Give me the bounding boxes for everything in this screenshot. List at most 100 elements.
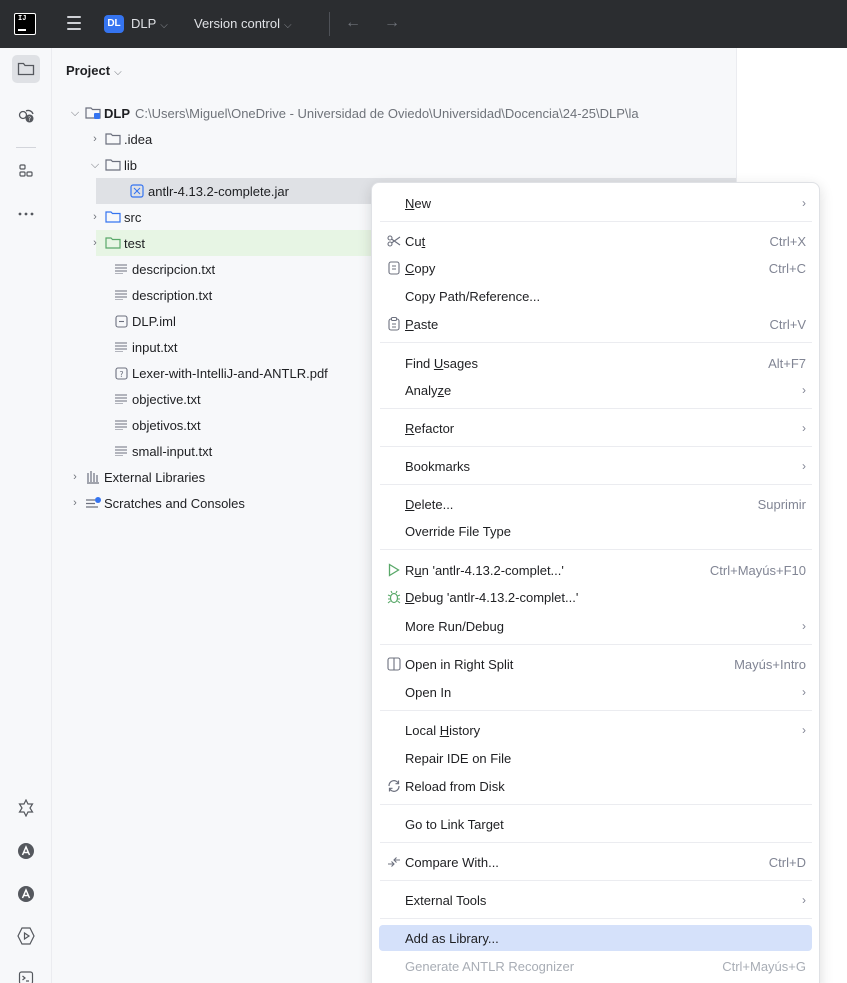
menu-separator: [380, 221, 812, 222]
main-menu-icon[interactable]: [67, 16, 81, 30]
paste-icon: [383, 317, 405, 331]
menu-item-run[interactable]: Run 'antlr-4.13.2-complet...' Ctrl+Mayús…: [379, 557, 812, 583]
shortcut: Ctrl+D: [768, 854, 806, 870]
menu-item-go-to-link-target[interactable]: Go to Link Target: [379, 811, 812, 837]
title-bar: IJ DL DLP ⌵ Version control ⌵ ← →: [0, 0, 847, 48]
jar-icon: [129, 184, 145, 198]
menu-separator: [380, 484, 812, 485]
menu-item-analyze[interactable]: Analyze ›: [379, 377, 812, 403]
chevron-right-icon[interactable]: ›: [67, 497, 83, 509]
chevron-right-icon[interactable]: ›: [87, 211, 103, 223]
run-icon[interactable]: [12, 922, 40, 950]
menu-item-external-tools[interactable]: External Tools ›: [379, 887, 812, 913]
copy-icon: [383, 261, 405, 275]
menu-item-add-as-library[interactable]: Add as Library...: [379, 925, 812, 951]
tree-label: Lexer-with-IntelliJ-and-ANTLR.pdf: [132, 365, 328, 381]
vcs-label: Version control: [194, 16, 280, 31]
folder-icon: [105, 158, 121, 172]
menu-item-refactor[interactable]: Refactor ›: [379, 415, 812, 441]
project-selector[interactable]: DLP ⌵: [131, 15, 168, 35]
chevron-right-icon[interactable]: ›: [87, 133, 103, 145]
commit-icon[interactable]: ?: [12, 101, 40, 129]
notifications-icon[interactable]: [12, 794, 40, 822]
tree-label: description.txt: [132, 287, 213, 303]
shortcut: Ctrl+X: [769, 233, 806, 249]
text-file-icon: [113, 392, 129, 406]
compare-icon: [383, 855, 405, 869]
menu-item-open-in[interactable]: Open In ›: [379, 679, 812, 705]
tree-row-dlp[interactable]: ⌵ DLP C:\Users\Miguel\OneDrive - Univers…: [67, 100, 747, 126]
tree-label: .idea: [124, 131, 153, 147]
more-icon[interactable]: [12, 200, 40, 228]
strip-divider: [16, 147, 36, 148]
menu-separator: [380, 880, 812, 881]
shortcut: Alt+F7: [768, 355, 806, 371]
menu-separator: [380, 644, 812, 645]
menu-item-find-usages[interactable]: Find Usages Alt+F7: [379, 350, 812, 376]
tool-window-strip: ?: [0, 48, 52, 983]
tree-label: test: [124, 235, 145, 251]
menu-item-repair-ide[interactable]: Repair IDE on File: [379, 745, 812, 771]
text-file-icon: [113, 262, 129, 276]
panel-title: Project: [66, 63, 111, 78]
chevron-right-icon[interactable]: ›: [87, 237, 103, 249]
tree-label: DLP.iml: [132, 313, 176, 329]
shortcut: Ctrl+Mayús+F10: [709, 562, 806, 578]
shortcut: Ctrl+C: [768, 260, 806, 276]
tree-row-lib[interactable]: ⌵ lib: [87, 152, 767, 178]
titlebar-divider: [329, 12, 330, 36]
menu-item-copy-path[interactable]: Copy Path/Reference...: [379, 283, 812, 309]
menu-item-override-file-type[interactable]: Override File Type: [379, 518, 812, 544]
tree-label: External Libraries: [104, 469, 206, 485]
menu-item-compare-with[interactable]: Compare With... Ctrl+D: [379, 849, 812, 875]
chevron-right-icon: ›: [802, 685, 806, 699]
menu-item-local-history[interactable]: Local History ›: [379, 717, 812, 743]
text-file-icon: [113, 444, 129, 458]
menu-item-open-right-split[interactable]: Open in Right Split Mayús+Intro: [379, 651, 812, 677]
chevron-down-icon: ⌵: [284, 20, 292, 31]
ai-icon[interactable]: [12, 837, 40, 865]
menu-item-bookmarks[interactable]: Bookmarks ›: [379, 453, 812, 479]
menu-item-paste[interactable]: Paste Ctrl+V: [379, 311, 812, 337]
menu-item-debug[interactable]: Debug 'antlr-4.13.2-complet...': [379, 584, 812, 610]
logo-text: IJ: [18, 15, 27, 23]
intellij-logo-icon[interactable]: IJ: [14, 13, 36, 35]
back-arrow-icon[interactable]: ←: [345, 12, 361, 34]
libraries-icon: [85, 470, 101, 484]
tree-label: input.txt: [132, 339, 178, 355]
ai-assistant-icon[interactable]: [12, 880, 40, 908]
structure-icon[interactable]: [12, 157, 40, 185]
chevron-down-icon[interactable]: ⌵: [87, 159, 103, 172]
menu-item-cut[interactable]: Cut Ctrl+X: [379, 228, 812, 254]
tree-row-idea[interactable]: › .idea: [87, 126, 767, 152]
menu-item-more-run-debug[interactable]: More Run/Debug ›: [379, 613, 812, 639]
menu-item-delete[interactable]: Delete... Suprimir: [379, 491, 812, 517]
chevron-right-icon[interactable]: ›: [67, 471, 83, 483]
project-name: DLP: [131, 16, 157, 31]
menu-separator: [380, 342, 812, 343]
text-file-icon: [113, 288, 129, 302]
forward-arrow-icon[interactable]: →: [384, 12, 400, 34]
vcs-selector[interactable]: Version control ⌵: [194, 15, 292, 35]
scratches-icon: [85, 496, 101, 510]
tree-label: DLP: [104, 105, 130, 121]
menu-item-new[interactable]: New ›: [379, 190, 812, 216]
chevron-down-icon[interactable]: ⌵: [67, 107, 83, 120]
test-folder-icon: [105, 236, 121, 250]
debug-icon: [383, 590, 405, 604]
project-icon[interactable]: [12, 55, 40, 83]
shortcut: Suprimir: [757, 496, 806, 512]
menu-separator: [380, 408, 812, 409]
tree-label: lib: [124, 157, 138, 173]
chevron-down-icon: ⌵: [160, 20, 168, 31]
tree-label: src: [124, 209, 142, 225]
svg-text:?: ?: [119, 370, 123, 379]
menu-item-generate-antlr-recognizer: Generate ANTLR Recognizer Ctrl+Mayús+G: [405, 958, 806, 974]
project-badge[interactable]: DL: [104, 15, 124, 33]
terminal-icon[interactable]: [12, 964, 40, 983]
project-view-selector[interactable]: Project ⌵: [66, 63, 122, 78]
menu-item-reload-from-disk[interactable]: Reload from Disk: [379, 773, 812, 799]
menu-item-copy[interactable]: Copy Ctrl+C: [379, 255, 812, 281]
chevron-right-icon: ›: [802, 421, 806, 435]
svg-text:?: ?: [28, 116, 31, 123]
